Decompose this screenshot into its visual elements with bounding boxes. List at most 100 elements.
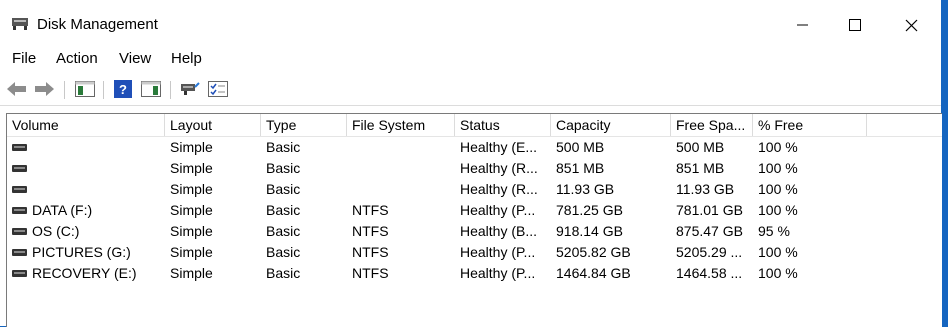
cell-free-space: 5205.29 ... bbox=[676, 244, 743, 260]
column-header-file-system[interactable]: File System bbox=[347, 114, 455, 136]
connect-icon bbox=[181, 82, 200, 95]
cell-percent-free: 100 % bbox=[758, 181, 798, 197]
show-hide-action-pane-button[interactable] bbox=[140, 79, 162, 99]
cell-file-system: NTFS bbox=[352, 223, 389, 239]
checklist-button[interactable] bbox=[207, 79, 229, 99]
back-arrow-icon bbox=[7, 82, 26, 96]
cell-file-system bbox=[347, 158, 455, 179]
cell-layout: Simple bbox=[170, 244, 213, 260]
column-header-capacity[interactable]: Capacity bbox=[551, 114, 671, 136]
cell-type: Basic bbox=[266, 202, 301, 218]
menu-action[interactable]: Action bbox=[56, 50, 98, 67]
cell-capacity: 11.93 GB bbox=[556, 181, 615, 197]
cell-status: Healthy (B... bbox=[460, 223, 538, 239]
cell-type: Basic bbox=[266, 265, 301, 281]
forward-button[interactable] bbox=[33, 79, 55, 99]
column-header-free-space[interactable]: Free Spa... bbox=[671, 114, 753, 136]
menu-help[interactable]: Help bbox=[171, 50, 202, 67]
properties-pane-icon bbox=[141, 81, 161, 97]
cell-status: Healthy (P... bbox=[460, 265, 536, 281]
cell-capacity: 918.14 GB bbox=[556, 223, 623, 239]
help-button[interactable]: ? bbox=[112, 79, 134, 99]
back-button[interactable] bbox=[6, 79, 28, 99]
toolbar: ? bbox=[0, 75, 941, 106]
close-icon bbox=[905, 19, 917, 31]
cell-free-space: 781.01 GB bbox=[676, 202, 743, 218]
cell-status: Healthy (P... bbox=[460, 202, 536, 218]
show-hide-console-tree-button[interactable] bbox=[74, 79, 96, 99]
column-header-volume[interactable]: Volume bbox=[7, 114, 165, 136]
cell-percent-free: 100 % bbox=[758, 202, 798, 218]
window-title: Disk Management bbox=[37, 16, 158, 33]
cell-status: Healthy (P... bbox=[460, 244, 536, 260]
title-bar[interactable]: Disk Management bbox=[0, 0, 941, 44]
cell-percent-free: 100 % bbox=[758, 244, 798, 260]
column-header-status[interactable]: Status bbox=[455, 114, 551, 136]
cell-volume: DATA (F:) bbox=[7, 200, 165, 221]
cell-capacity: 500 MB bbox=[556, 139, 605, 155]
cell-file-system: NTFS bbox=[352, 202, 389, 218]
close-button[interactable] bbox=[888, 8, 934, 42]
cell-volume: RECOVERY (E:) bbox=[7, 263, 165, 284]
disk-icon bbox=[12, 206, 27, 214]
disk-icon bbox=[12, 143, 27, 151]
cell-layout: Simple bbox=[170, 181, 213, 197]
list-header: Volume Layout Type File System Status Ca… bbox=[7, 114, 942, 137]
toolbar-separator bbox=[64, 81, 65, 99]
menu-view[interactable]: View bbox=[119, 50, 151, 67]
table-row[interactable]: Simple Basic Healthy (R... 11.93 GB 11.93 GB… bbox=[7, 179, 942, 200]
volume-label: DATA (F:) bbox=[32, 202, 93, 218]
table-row[interactable]: Simple Basic Healthy (R... 851 MB 851 MB 100 … bbox=[7, 158, 942, 179]
table-row[interactable]: DATA (F:) Simple Basic NTFS Healthy (P... 781… bbox=[7, 200, 942, 221]
cell-type: Basic bbox=[266, 139, 301, 155]
cell-free-space: 11.93 GB bbox=[676, 181, 735, 197]
cell-capacity: 1464.84 GB bbox=[556, 265, 631, 281]
cell-volume bbox=[7, 137, 165, 158]
menu-file[interactable]: File bbox=[12, 50, 36, 67]
help-icon: ? bbox=[114, 80, 132, 98]
cell-type: Basic bbox=[266, 160, 301, 176]
volume-label: PICTURES (G:) bbox=[32, 244, 131, 260]
toolbar-separator bbox=[170, 81, 171, 99]
minimize-icon bbox=[797, 24, 808, 26]
cell-volume bbox=[7, 158, 165, 179]
cell-file-system bbox=[347, 179, 455, 200]
connect-button[interactable] bbox=[179, 79, 201, 99]
table-row[interactable]: RECOVERY (E:) Simple Basic NTFS Healthy (P..… bbox=[7, 263, 942, 284]
cell-volume: OS (C:) bbox=[7, 221, 165, 242]
cell-layout: Simple bbox=[170, 160, 213, 176]
cell-capacity: 781.25 GB bbox=[556, 202, 623, 218]
table-row[interactable]: Simple Basic Healthy (E... 500 MB 500 MB 100 … bbox=[7, 137, 942, 158]
maximize-button[interactable] bbox=[832, 8, 878, 42]
cell-layout: Simple bbox=[170, 223, 213, 239]
disk-icon bbox=[12, 164, 27, 172]
column-header-type[interactable]: Type bbox=[261, 114, 347, 136]
cell-status: Healthy (R... bbox=[460, 181, 538, 197]
toolbar-separator bbox=[103, 81, 104, 99]
cell-free-space: 875.47 GB bbox=[676, 223, 743, 239]
cell-percent-free: 100 % bbox=[758, 139, 798, 155]
disk-icon bbox=[12, 248, 27, 256]
svg-text:?: ? bbox=[119, 82, 127, 97]
cell-file-system: NTFS bbox=[352, 265, 389, 281]
cell-status: Healthy (E... bbox=[460, 139, 538, 155]
cell-file-system bbox=[347, 137, 455, 158]
volume-label: OS (C:) bbox=[32, 223, 80, 239]
column-header-percent-free[interactable]: % Free bbox=[753, 114, 867, 136]
cell-free-space: 851 MB bbox=[676, 160, 725, 176]
disk-icon bbox=[12, 227, 27, 235]
cell-free-space: 1464.58 ... bbox=[676, 265, 743, 281]
cell-type: Basic bbox=[266, 223, 301, 239]
cell-status: Healthy (R... bbox=[460, 160, 538, 176]
minimize-button[interactable] bbox=[780, 8, 826, 42]
table-row[interactable]: OS (C:) Simple Basic NTFS Healthy (B... 918.1… bbox=[7, 221, 942, 242]
volume-list[interactable]: Volume Layout Type File System Status Ca… bbox=[6, 113, 942, 327]
cell-percent-free: 100 % bbox=[758, 160, 798, 176]
disk-icon bbox=[12, 185, 27, 193]
disk-management-icon bbox=[12, 18, 28, 30]
table-row[interactable]: PICTURES (G:) Simple Basic NTFS Healthy (P..… bbox=[7, 242, 942, 263]
console-tree-icon bbox=[75, 81, 95, 97]
cell-free-space: 500 MB bbox=[676, 139, 725, 155]
cell-layout: Simple bbox=[170, 139, 213, 155]
column-header-layout[interactable]: Layout bbox=[165, 114, 261, 136]
